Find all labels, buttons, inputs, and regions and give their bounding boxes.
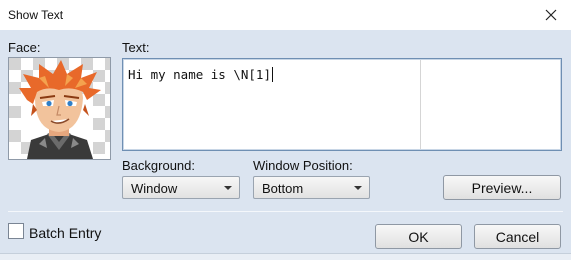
portrait-avatar-icon <box>9 58 117 159</box>
cancel-button[interactable]: Cancel <box>474 224 561 249</box>
chevron-down-icon <box>224 186 232 190</box>
window-position-select[interactable]: Bottom <box>253 176 370 199</box>
batch-entry-label[interactable]: Batch Entry <box>29 225 101 241</box>
footer-separator <box>8 211 563 212</box>
title-bar: Show Text <box>0 0 571 30</box>
ok-button[interactable]: OK <box>375 224 462 249</box>
batch-entry-checkbox[interactable] <box>8 223 24 239</box>
text-caret <box>272 67 273 82</box>
close-button[interactable] <box>531 0 571 30</box>
show-text-dialog: Show Text Face: Text: Hi my name is \N[1… <box>0 0 571 260</box>
background-select[interactable]: Window <box>122 176 240 199</box>
window-position-label: Window Position: <box>253 158 353 173</box>
underlying-window-edge <box>0 253 571 260</box>
background-label: Background: <box>122 158 195 173</box>
message-text-area[interactable]: Hi my name is \N[1] <box>122 58 562 151</box>
face-image-box[interactable] <box>8 57 117 160</box>
text-width-guide <box>420 60 421 149</box>
chevron-down-icon <box>354 186 362 190</box>
window-title: Show Text <box>8 8 64 22</box>
background-selected-value: Window <box>131 181 178 196</box>
face-label: Face: <box>8 40 41 55</box>
window-position-selected-value: Bottom <box>262 181 304 196</box>
close-icon <box>545 9 557 21</box>
message-text: Hi my name is \N[1] <box>128 67 271 82</box>
text-label: Text: <box>122 40 150 55</box>
preview-button[interactable]: Preview... <box>443 175 561 200</box>
